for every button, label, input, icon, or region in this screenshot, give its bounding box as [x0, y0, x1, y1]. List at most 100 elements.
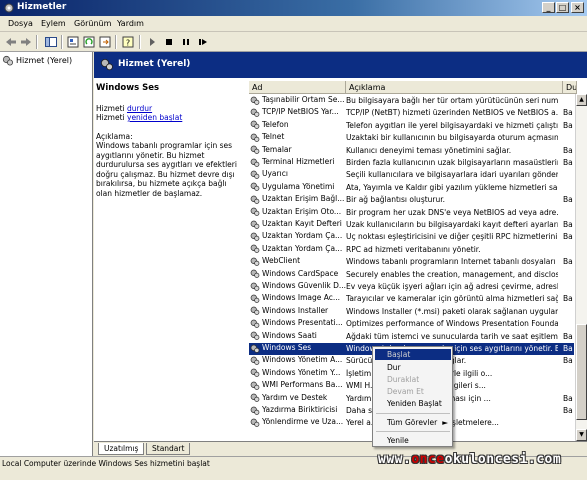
service-name: Uygulama Yönetimi — [262, 181, 335, 191]
console-tree-icon[interactable] — [44, 35, 58, 49]
tree-item-services-local[interactable]: Hizmet (Yerel) — [2, 55, 72, 66]
service-status: Ba — [563, 294, 573, 304]
export-list-icon[interactable] — [98, 35, 112, 49]
back-arrow-icon[interactable] — [4, 35, 18, 49]
service-description: Seçili kullanıcılara ve bilgisayarlara i… — [346, 170, 558, 180]
service-name: Windows Güvenlik D... — [262, 281, 346, 290]
service-name: Windows Ses — [262, 343, 312, 352]
watermark-prefix: www. — [378, 452, 412, 467]
column-header-name[interactable]: Ad — [249, 81, 346, 94]
service-description: Telefon aygıtları ile yerel bilgisayarda… — [346, 120, 558, 130]
service-name: WebClient — [262, 256, 301, 266]
service-row[interactable]: Windows CardSpace Securely enables the cr… — [249, 269, 574, 281]
service-row[interactable]: Windows Installer Windows Installer (*.ms… — [249, 306, 574, 318]
service-name-cell: Uzaktan Yordam Ça... — [250, 244, 346, 254]
menu-item-restart[interactable]: Yeniden Başlat — [375, 398, 451, 409]
stop-icon[interactable] — [162, 35, 176, 49]
service-name-cell: Windows Image Ac... — [250, 293, 346, 303]
service-row[interactable]: Uzaktan Erişim Bağl... Bir ağ bağlantısı … — [249, 194, 574, 206]
scroll-thumb[interactable] — [576, 324, 587, 420]
menu-view[interactable]: Görünüm — [74, 19, 111, 28]
service-gear-icon — [250, 158, 260, 167]
service-row[interactable]: Temalar Kullanıcı deneyimi teması yönetim… — [249, 145, 574, 157]
service-description: TCP/IP (NetBT) hizmeti üzerinden NetBIOS… — [346, 108, 558, 118]
service-row[interactable]: Uzaktan Kayıt Defteri Uzak kullanıcıların… — [249, 219, 574, 231]
service-row[interactable]: Uygulama Yönetimi Ata, Yayımla ve Kaldır … — [249, 182, 574, 194]
service-description-panel: Windows Ses Hizmeti durdur Hizmeti yenid… — [94, 78, 246, 441]
service-name-cell: Uzaktan Yordam Ça... — [250, 231, 346, 241]
menu-item-refresh[interactable]: Yenile — [375, 435, 451, 446]
service-name: Terminal Hizmetleri — [262, 157, 335, 166]
service-name-cell: Yardım ve Destek — [250, 393, 346, 403]
refresh-icon[interactable] — [82, 35, 96, 49]
menu-item-pause[interactable]: Duraklat — [375, 374, 451, 385]
service-row[interactable]: Terminal Hizmetleri Birden fazla kullanıc… — [249, 157, 574, 169]
service-gear-icon — [250, 244, 260, 254]
service-row[interactable]: Windows Saati Ağdaki tüm istemci ve sunuc… — [249, 331, 574, 343]
service-gear-icon — [250, 418, 260, 427]
service-gear-icon — [250, 207, 260, 216]
service-gear-icon — [250, 381, 260, 390]
service-gear-icon — [250, 294, 260, 303]
restart-icon[interactable] — [196, 35, 210, 49]
vertical-scrollbar[interactable]: ▲ ▼ — [575, 94, 587, 441]
service-status: Ba — [563, 232, 573, 242]
menu-item-resume[interactable]: Devam Et — [375, 386, 451, 397]
service-status: Ba — [563, 195, 573, 205]
service-gear-icon — [250, 368, 260, 378]
service-row[interactable]: Uzaktan Yordam Ça... RPC ad hizmeti verit… — [249, 244, 574, 256]
service-description: Uzak kullanıcıların bu bilgisayardaki ka… — [346, 220, 558, 229]
tab-standard[interactable]: Standart — [146, 443, 191, 455]
toolbar-separator — [115, 35, 117, 49]
service-row[interactable]: Windows Güvenlik D... Ev veya küçük işyer… — [249, 281, 574, 293]
scroll-up-button[interactable]: ▲ — [576, 94, 587, 106]
forward-arrow-icon[interactable] — [19, 35, 33, 49]
service-description: RPC ad hizmeti veritabanını yönetir. — [346, 244, 481, 254]
service-name-cell: Uygulama Yönetimi — [250, 182, 346, 192]
service-name-cell: Terminal Hizmetleri — [250, 157, 346, 167]
service-name: Windows Presentati... — [262, 318, 343, 328]
close-button[interactable]: × — [571, 2, 584, 13]
service-row[interactable]: Uyarıcı Seçili kullanıcılara ve bilgisaya… — [249, 169, 574, 181]
column-header-status[interactable]: Du — [563, 81, 577, 94]
menu-help[interactable]: Yardım — [117, 19, 144, 28]
service-row[interactable]: TCP/IP NetBIOS Yar... TCP/IP (NetBT) hizm… — [249, 107, 574, 119]
service-gear-icon — [250, 170, 260, 179]
menu-action[interactable]: Eylem — [41, 19, 66, 28]
play-icon[interactable] — [145, 35, 159, 49]
menu-item-start[interactable]: Başlat — [375, 349, 451, 360]
pause-icon[interactable] — [179, 35, 193, 49]
service-gear-icon — [250, 108, 260, 117]
properties-icon[interactable] — [66, 35, 80, 49]
minimize-button[interactable]: _ — [542, 2, 555, 13]
service-name: Telefon — [262, 119, 289, 129]
service-gear-icon — [250, 344, 260, 353]
service-name-cell: WMI Performans Ba... — [250, 380, 346, 390]
stop-service-link[interactable]: durdur — [127, 104, 152, 113]
service-status: Ba — [563, 158, 573, 167]
service-row[interactable]: Windows Image Ac... Tarayıcılar ve kamera… — [249, 293, 574, 305]
service-row[interactable]: Uzaktan Erişim Oto... Bir program her uza… — [249, 207, 574, 219]
tab-extended[interactable]: Uzatılmış — [98, 443, 145, 455]
watermark-brand-b: okuloncesi — [444, 452, 528, 467]
service-row[interactable]: WebClient Windows tabanlı programların In… — [249, 256, 574, 268]
service-row[interactable]: Telnet Uzaktaki bir kullanıcının bu bilgi… — [249, 132, 574, 144]
service-status: Ba — [563, 331, 573, 341]
maximize-button[interactable]: □ — [556, 2, 569, 13]
service-name: Windows Yönetim Y... — [262, 367, 341, 377]
toolbar: ? — [0, 32, 587, 52]
service-row[interactable]: Taşınabilir Ortam Se... Bu bilgisayara ba… — [249, 95, 574, 107]
scroll-down-button[interactable]: ▼ — [576, 429, 587, 441]
restart-service-link[interactable]: yeniden başlat — [127, 113, 182, 122]
service-row[interactable]: Uzaktan Yordam Ça... Uç noktası eşleştiri… — [249, 231, 574, 243]
service-row[interactable]: Windows Presentati... Optimizes performan… — [249, 318, 574, 330]
menu-file[interactable]: Dosya — [8, 19, 33, 28]
menu-item-all-tasks[interactable]: Tüm Görevler ► — [375, 417, 451, 428]
help-icon[interactable]: ? — [121, 35, 135, 49]
service-name: Windows Image Ac... — [262, 293, 341, 303]
service-row[interactable]: Telefon Telefon aygıtları ile yerel bilgi… — [249, 120, 574, 132]
menu-item-stop[interactable]: Dur — [375, 362, 451, 373]
column-header-description[interactable]: Açıklama — [346, 81, 563, 94]
menu-separator — [376, 431, 450, 432]
